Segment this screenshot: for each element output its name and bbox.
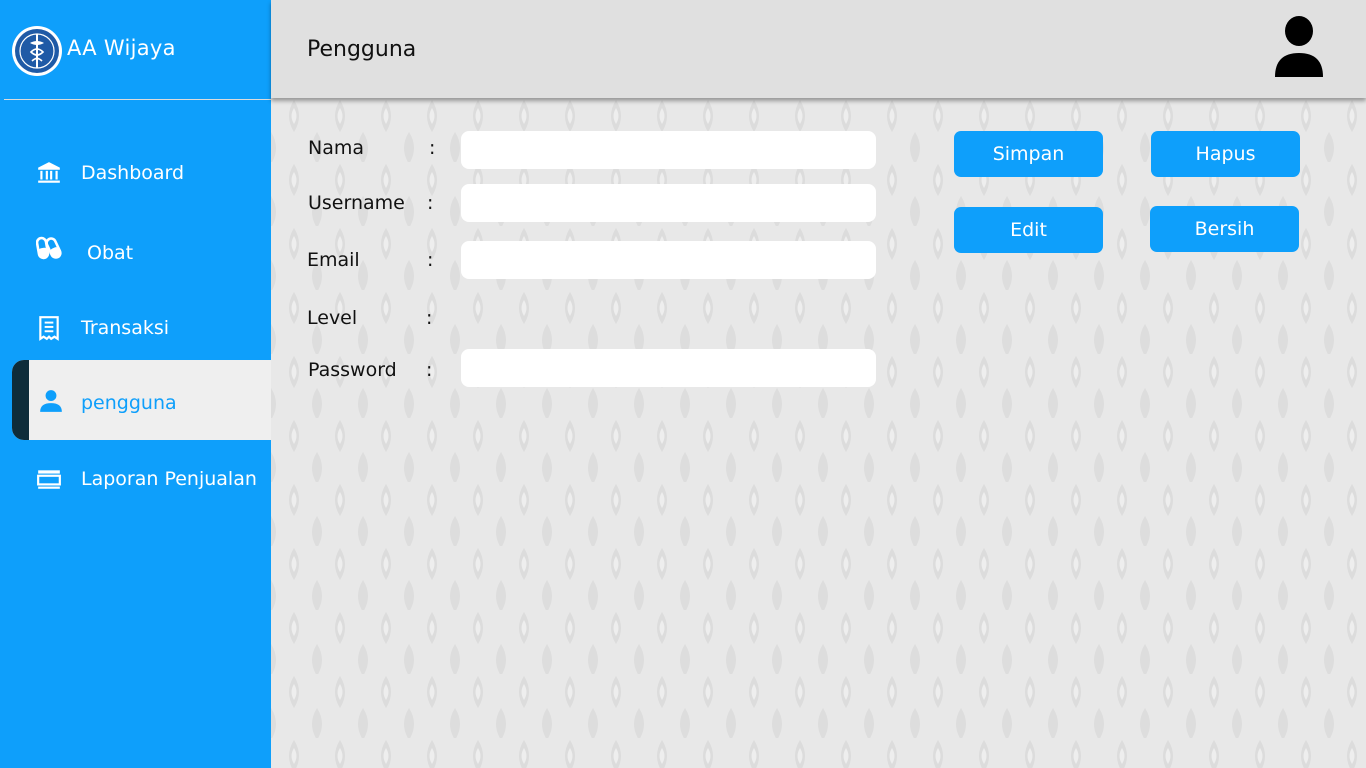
- password-label: Password: [308, 359, 397, 381]
- bersih-button[interactable]: Bersih: [1150, 206, 1299, 252]
- sidebar-item-obat[interactable]: Obat: [0, 213, 271, 293]
- username-colon: :: [427, 192, 434, 214]
- brand: AA Wijaya: [0, 0, 281, 100]
- header: Pengguna: [271, 0, 1366, 98]
- edit-button[interactable]: Edit: [954, 207, 1103, 253]
- report-icon: [37, 470, 61, 489]
- sidebar-item-label: Dashboard: [81, 162, 185, 184]
- nama-label: Nama: [308, 137, 365, 159]
- email-input[interactable]: [461, 241, 876, 279]
- level-colon: :: [426, 307, 433, 329]
- pills-icon: [36, 236, 62, 260]
- sidebar-item-label: Laporan Penjualan: [81, 468, 257, 490]
- hapus-button[interactable]: Hapus: [1151, 131, 1300, 177]
- user-avatar-icon[interactable]: [1273, 15, 1325, 79]
- sidebar-item-dashboard[interactable]: Dashboard: [0, 133, 271, 213]
- sidebar: AA Wijaya Dashboard Obat Transaksi pengg…: [0, 0, 281, 768]
- sidebar-item-label: Obat: [87, 242, 134, 264]
- simpan-button[interactable]: Simpan: [954, 131, 1103, 177]
- sidebar-item-transaksi[interactable]: Transaksi: [0, 288, 271, 368]
- page-title: Pengguna: [307, 37, 417, 62]
- nama-colon: :: [429, 137, 436, 159]
- main-content: Nama : Username : Email : Level : Passwo…: [271, 98, 1366, 768]
- username-input[interactable]: [461, 184, 876, 222]
- email-label: Email: [307, 249, 360, 271]
- level-label: Level: [307, 307, 358, 329]
- bank-icon: [38, 162, 60, 183]
- app-name: AA Wijaya: [67, 36, 176, 60]
- sidebar-item-label: pengguna: [81, 392, 177, 414]
- receipt-icon: [39, 316, 59, 341]
- password-colon: :: [426, 359, 433, 381]
- email-colon: :: [427, 249, 434, 271]
- sidebar-item-label: Transaksi: [81, 317, 170, 339]
- caduceus-logo-icon: [12, 26, 62, 76]
- sidebar-item-laporan-penjualan[interactable]: Laporan Penjualan: [0, 439, 271, 519]
- nama-input[interactable]: [461, 131, 876, 169]
- sidebar-item-pengguna[interactable]: pengguna: [12, 360, 271, 440]
- user-icon: [40, 390, 62, 412]
- brand-divider: [4, 99, 281, 100]
- active-indicator: [12, 360, 29, 440]
- username-label: Username: [308, 192, 405, 214]
- password-input[interactable]: [461, 349, 876, 387]
